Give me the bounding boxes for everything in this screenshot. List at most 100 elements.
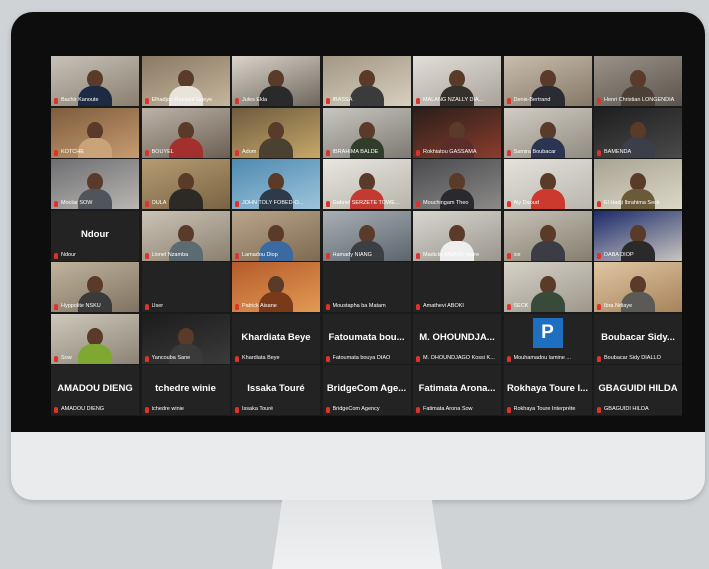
participant-tile[interactable]: DABA DIOP: [594, 210, 682, 261]
participant-tile[interactable]: KOTCHE: [51, 107, 139, 158]
participant-tile[interactable]: Bachir Kanoute: [51, 56, 139, 106]
participant-tile[interactable]: Sow: [51, 313, 139, 364]
muted-mic-icon: [506, 407, 511, 413]
participant-name-label: Mouhamadou lamine ...: [513, 354, 571, 361]
muted-mic-icon: [54, 149, 58, 156]
muted-mic-icon: [506, 355, 511, 362]
participant-tile[interactable]: Lionel Nzamba: [141, 210, 230, 261]
participant-gallery-grid: Bachir Kanoute Elhadjon Rassoul Gueye Jule…: [51, 56, 682, 416]
participant-tile[interactable]: Jules Ekla: [232, 56, 320, 106]
participant-tile[interactable]: Yancouba Sane: [141, 313, 230, 364]
participant-tile[interactable]: MALANG NZALLY DIA...: [413, 56, 501, 106]
participant-name-label: SECK: [513, 303, 529, 309]
participant-name-label: Aly Daoud: [513, 200, 539, 206]
participant-tile[interactable]: Gabriel SERZETE TOWE...: [322, 159, 411, 209]
participant-tile[interactable]: Rokhaya Toure I... Rokhaya Toure Interprè…: [503, 365, 592, 415]
muted-mic-icon: [144, 252, 149, 259]
muted-mic-icon: [597, 407, 601, 413]
participant-tile[interactable]: Patrick Aisane: [232, 262, 320, 312]
participant-name-label: Hamady NIANG: [332, 251, 372, 258]
participant-name-label: Fatoumata bouya DIAO: [332, 354, 391, 361]
monitor-stand: [272, 500, 442, 569]
muted-mic-icon: [416, 304, 420, 310]
participant-name-label: GBAGUIDI HILDA: [604, 406, 649, 412]
participant-tile[interactable]: Samira Boubacar: [503, 107, 592, 158]
muted-mic-icon: [144, 355, 149, 362]
participant-tile[interactable]: M. OHOUNDJA... M. OHOUNDJAGO Kossi K...: [413, 313, 501, 364]
participant-name-label: Fatimata Arona Sow: [423, 406, 473, 412]
participant-display-name: Fatimata Arona...: [418, 383, 496, 394]
participant-tile[interactable]: Moustapha ba Matam: [322, 262, 411, 312]
participant-tile[interactable]: Issaka Touré Issaka Touré: [232, 365, 320, 415]
participant-tile[interactable]: Fatimata Arona... Fatimata Arona Sow: [413, 365, 501, 415]
muted-mic-icon: [235, 252, 239, 259]
participant-tile[interactable]: IBASSA: [322, 56, 411, 106]
participant-tile[interactable]: P Mouhamadou lamine ...: [503, 313, 592, 364]
participant-tile[interactable]: Boubacar Sidy... Boubacar Sidy DIALLO: [594, 313, 682, 364]
participant-tile[interactable]: Lamadou Diop: [232, 210, 320, 261]
participant-tile[interactable]: Amathevi ABOKI: [413, 262, 501, 312]
video-conference-screen: Bachir Kanoute Elhadjon Rassoul Gueye Jule…: [51, 56, 682, 416]
participant-name-label: Madicke MBAYE maire: [423, 251, 480, 258]
participant-name-label: Jules Ekla: [242, 97, 268, 103]
participant-tile[interactable]: Ibra Ndiaye: [594, 262, 682, 312]
participant-tile[interactable]: Fatoumata bou... Fatoumata bouya DIAO: [322, 313, 411, 364]
participant-tile[interactable]: Denis-Bertrand: [503, 56, 592, 106]
participant-tile[interactable]: IBRAHIMA BALDE: [322, 107, 411, 158]
participant-display-name: Boubacar Sidy...: [601, 331, 675, 343]
participant-tile[interactable]: Khardiata Beye Khardiata Beye: [232, 313, 320, 364]
participant-tile[interactable]: Madicke MBAYE maire: [413, 210, 501, 261]
participant-name-label: OULA: [151, 200, 167, 206]
participant-name-label: Boubacar Sidy DIALLO: [604, 354, 661, 361]
participant-tile[interactable]: BAMENDA: [594, 107, 682, 158]
participant-tile[interactable]: BridgeCom Age... BridgeCom Agency: [322, 365, 411, 415]
participant-tile[interactable]: JOHN TOLY FOBED-O...: [232, 159, 320, 209]
participant-tile[interactable]: Adom: [232, 107, 320, 158]
participant-name-label: Gabriel SERZETE TOWE...: [332, 200, 400, 206]
muted-mic-icon: [325, 252, 330, 259]
participant-name-label: JOHN TOLY FOBED-O...: [242, 200, 304, 206]
participant-tile[interactable]: Aly Daoud: [503, 159, 592, 209]
participant-tile[interactable]: ice: [503, 210, 592, 261]
muted-mic-icon: [416, 98, 420, 104]
participant-tile[interactable]: Rokhiatou GASSAMA: [413, 107, 501, 158]
muted-mic-icon: [144, 149, 149, 156]
participant-display-name: M. OHOUNDJA...: [419, 331, 495, 343]
participant-tile[interactable]: GBAGUIDI HILDA GBAGUIDI HILDA: [594, 365, 682, 415]
participant-name-label: BOUYEL: [151, 148, 174, 155]
muted-mic-icon: [506, 252, 511, 259]
participant-display-name: Ndour: [81, 228, 109, 240]
participant-tile[interactable]: SECK: [503, 262, 592, 312]
muted-mic-icon: [597, 149, 601, 156]
muted-mic-icon: [506, 304, 511, 310]
muted-mic-icon: [416, 252, 420, 259]
participant-name-label: Ibra Ndiaye: [604, 303, 633, 309]
participant-tile[interactable]: tchedre winie tchedre winie: [141, 365, 230, 415]
participant-tile[interactable]: Elhadjon Rassoul Gueye: [141, 56, 230, 106]
participant-display-name: Khardiata Beye: [241, 331, 311, 343]
participant-tile[interactable]: El Hadji Ibrahima Seck: [594, 159, 682, 209]
participant-name-label: Henri Christian LONGENDIA: [604, 97, 675, 103]
participant-tile[interactable]: User: [141, 262, 230, 312]
participant-tile[interactable]: Hyppolite NSKU: [51, 262, 139, 312]
participant-name-label: KOTCHE: [61, 148, 84, 155]
participant-display-name: AMADOU DIENG: [57, 383, 133, 394]
participant-name-label: DABA DIOP: [604, 251, 634, 258]
muted-mic-icon: [506, 149, 511, 156]
muted-mic-icon: [144, 407, 149, 413]
participant-tile[interactable]: Hamady NIANG: [322, 210, 411, 261]
participant-tile[interactable]: AMADOU DIENG AMADOU DIENG: [51, 365, 139, 415]
participant-tile[interactable]: Mouchingam Theo: [413, 159, 501, 209]
participant-tile[interactable]: Moctar SOW: [51, 159, 139, 209]
muted-mic-icon: [325, 304, 330, 310]
participant-tile[interactable]: Ndour Ndour: [51, 210, 139, 261]
participant-name-label: Lionel Nzamba: [151, 251, 189, 258]
participant-tile[interactable]: Henri Christian LONGENDIA: [594, 56, 682, 106]
participant-tile[interactable]: BOUYEL: [141, 107, 230, 158]
muted-mic-icon: [325, 98, 330, 104]
participant-tile[interactable]: OULA: [141, 159, 230, 209]
muted-mic-icon: [54, 201, 58, 207]
participant-name-label: Hyppolite NSKU: [61, 303, 101, 309]
participant-name-label: IBASSA: [332, 97, 353, 103]
muted-mic-icon: [597, 252, 601, 259]
